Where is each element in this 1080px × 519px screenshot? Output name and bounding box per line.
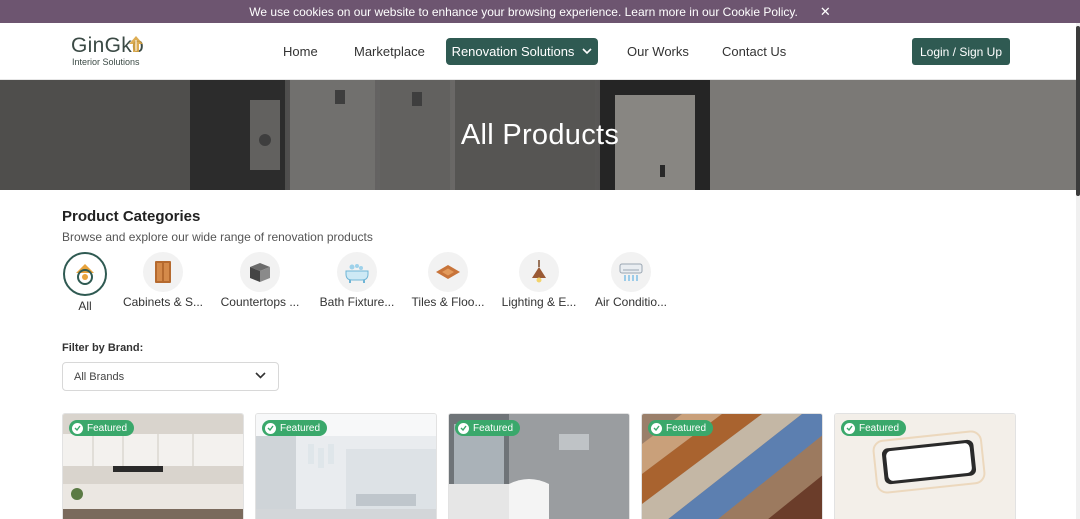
featured-badge: Featured	[262, 420, 328, 436]
category-bath-fixtures[interactable]: Bath Fixture...	[315, 252, 399, 309]
product-card[interactable]: Featured	[448, 413, 630, 519]
category-label: Bath Fixture...	[319, 295, 395, 309]
category-label: Countertops ...	[220, 295, 300, 309]
featured-badge: Featured	[455, 420, 521, 436]
category-cabinets[interactable]: Cabinets & S...	[121, 252, 205, 309]
category-label: All	[78, 299, 92, 313]
category-all[interactable]: All	[43, 252, 127, 313]
featured-badge-label: Featured	[87, 422, 128, 434]
featured-badge-label: Featured	[859, 422, 900, 434]
category-label: Tiles & Floo...	[411, 295, 485, 309]
category-label: Lighting & E...	[501, 295, 577, 309]
bathtub-icon	[345, 264, 369, 283]
product-card[interactable]: Featured	[834, 413, 1016, 519]
featured-badge: Featured	[841, 420, 907, 436]
nav-home[interactable]: Home	[283, 23, 318, 80]
category-label: Air Conditio...	[594, 295, 668, 309]
categories-subtitle: Browse and explore our wide range of ren…	[62, 230, 373, 244]
product-card[interactable]: Featured	[255, 413, 437, 519]
chevron-down-icon	[582, 48, 592, 55]
featured-badge-label: Featured	[280, 422, 321, 434]
category-icon-wrap	[63, 252, 107, 296]
chevron-down-icon	[255, 372, 266, 379]
nav-renovation-label: Renovation Solutions	[451, 44, 575, 59]
brand-filter-select[interactable]: All Brands	[62, 362, 279, 391]
category-icon-wrap	[143, 252, 183, 292]
category-icon-wrap	[428, 252, 468, 292]
logo[interactable]: GinGko Interior Solutions	[71, 34, 151, 70]
login-signup-button[interactable]: Login / Sign Up	[912, 38, 1010, 65]
nav-our-works[interactable]: Our Works	[627, 23, 689, 80]
category-air-conditioning[interactable]: Air Conditio...	[589, 252, 673, 309]
page-title: All Products	[460, 118, 620, 151]
tile-icon	[436, 265, 460, 279]
page-scrollbar-thumb[interactable]	[1076, 26, 1080, 196]
category-icon-wrap	[337, 252, 377, 292]
product-card[interactable]: Featured	[641, 413, 823, 519]
close-icon[interactable]: ✕	[820, 4, 831, 20]
featured-badge: Featured	[648, 420, 714, 436]
category-lighting[interactable]: Lighting & E...	[497, 252, 581, 309]
brand-filter-label: Filter by Brand:	[62, 342, 144, 354]
nav-renovation-solutions[interactable]: Renovation Solutions	[446, 38, 598, 65]
check-icon	[72, 422, 83, 434]
category-countertops[interactable]: Countertops ...	[218, 252, 302, 309]
categories-heading: Product Categories	[62, 208, 201, 225]
cookie-banner: We use cookies on our website to enhance…	[0, 0, 1080, 23]
category-label: Cabinets & S...	[122, 295, 204, 309]
lamp-icon	[532, 260, 546, 283]
category-icon-wrap	[240, 252, 280, 292]
product-card[interactable]: Featured	[62, 413, 244, 519]
check-icon	[265, 422, 276, 434]
nav-contact-us[interactable]: Contact Us	[722, 23, 786, 80]
cabinet-icon	[155, 261, 171, 283]
category-icon-wrap	[519, 252, 559, 292]
check-icon	[651, 422, 662, 434]
brand-filter-value: All Brands	[74, 370, 125, 383]
check-icon	[458, 422, 469, 434]
leaf-icon	[129, 36, 143, 52]
hero-banner: All Products	[0, 80, 1080, 190]
cookie-text[interactable]: We use cookies on our website to enhance…	[249, 5, 798, 19]
site-header: GinGko Interior Solutions Home Marketpla…	[0, 23, 1080, 80]
countertop-icon	[250, 263, 270, 282]
nav-marketplace[interactable]: Marketplace	[354, 23, 425, 80]
air-conditioner-icon	[619, 263, 643, 281]
check-icon	[844, 422, 855, 434]
featured-badge-label: Featured	[473, 422, 514, 434]
all-icon	[76, 264, 94, 285]
featured-badge-label: Featured	[666, 422, 707, 434]
category-tiles-flooring[interactable]: Tiles & Floo...	[406, 252, 490, 309]
logo-tagline: Interior Solutions	[72, 57, 140, 67]
featured-badge: Featured	[69, 420, 135, 436]
category-icon-wrap	[611, 252, 651, 292]
